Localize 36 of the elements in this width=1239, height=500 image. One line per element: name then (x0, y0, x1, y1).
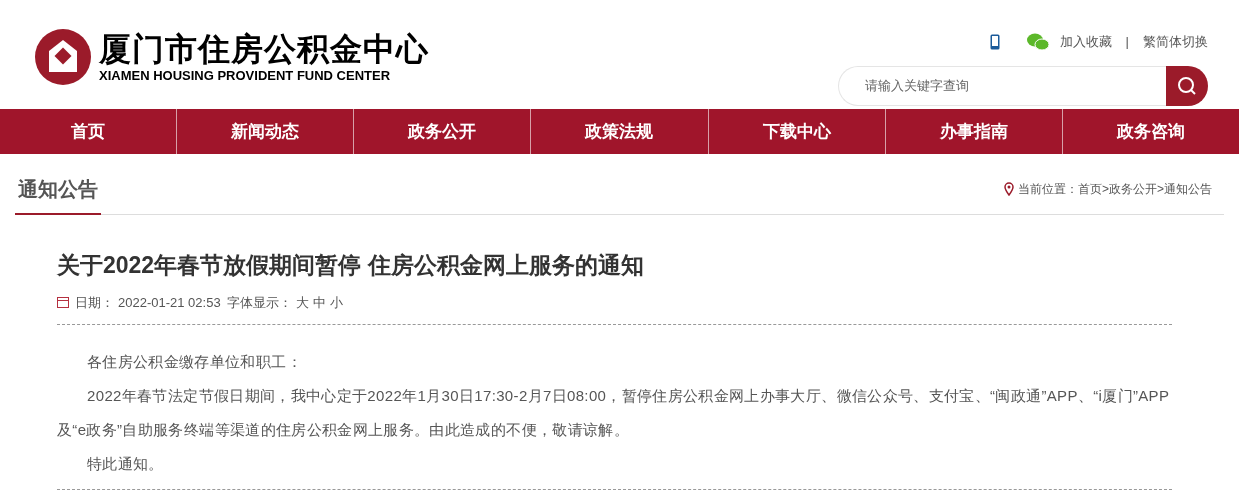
nav-item[interactable]: 新闻动态 (176, 109, 354, 154)
article-paragraph: 2022年春节法定节假日期间，我中心定于2022年1月30日17:30-2月7日08:00，暂停住房公积金网上办事大厅、微信公众号、支付宝、“闽政通”APP、“i厦门”APP及“e政务”自助服务终端等渠道的住房公积金网上服务。由此造成的不便，敬请谅解。 (57, 386, 1171, 440)
date-label: 日期： (75, 293, 114, 312)
breadcrumb-label: 当前位置： (1017, 181, 1078, 198)
header-link[interactable]: 繁简体切换 (1143, 32, 1208, 52)
header-link[interactable]: 加入收藏 (1059, 32, 1112, 52)
breadcrumb-separator: > (1101, 181, 1109, 198)
nav-item[interactable]: 政策法规 (530, 109, 708, 154)
publish-date: 2022-01-21 02:53 (118, 293, 221, 312)
site-subtitle: XIAMEN HOUSING PROVIDENT FUND CENTER (99, 67, 392, 84)
nav-item[interactable]: 首页 (0, 109, 177, 154)
location-pin-icon (1003, 182, 1014, 196)
font-size-link[interactable]: 中 (312, 292, 326, 312)
breadcrumb-separator: > (1157, 181, 1164, 198)
nav-item[interactable]: 下载中心 (707, 109, 885, 154)
article-paragraph: 各住房公积金缴存单位和职工： (86, 352, 303, 372)
site-title: 厦门市住房公积金中心 (99, 29, 429, 68)
search-button[interactable] (1166, 65, 1208, 106)
calendar-icon (57, 296, 69, 309)
search-field[interactable]: 请输入关键字查询 (838, 65, 1166, 106)
nav-item[interactable]: 办事指南 (884, 109, 1062, 154)
breadcrumb-link[interactable]: 首页 (1077, 180, 1102, 198)
breadcrumb-link[interactable]: 政务公开 (1109, 180, 1157, 198)
breadcrumb-link[interactable]: 通知公告 (1164, 180, 1212, 198)
article-title: 关于2022年春节放假期间暂停 住房公积金网上服务的通知 (57, 251, 645, 280)
article-paragraph: 特此通知。 (86, 454, 165, 474)
link-separator: | (1125, 33, 1129, 51)
nav-item[interactable]: 政务公开 (353, 109, 531, 154)
font-size-link[interactable]: 小 (329, 292, 343, 312)
search-icon (1177, 75, 1197, 96)
house-logo-icon (35, 28, 91, 85)
font-size-label: 字体显示： (226, 293, 292, 312)
mobile-phone-icon[interactable] (989, 33, 1000, 50)
nav-item[interactable]: 政务咨询 (1061, 109, 1239, 154)
section-title: 通知公告 (15, 174, 101, 215)
font-size-link[interactable]: 大 (295, 292, 309, 312)
